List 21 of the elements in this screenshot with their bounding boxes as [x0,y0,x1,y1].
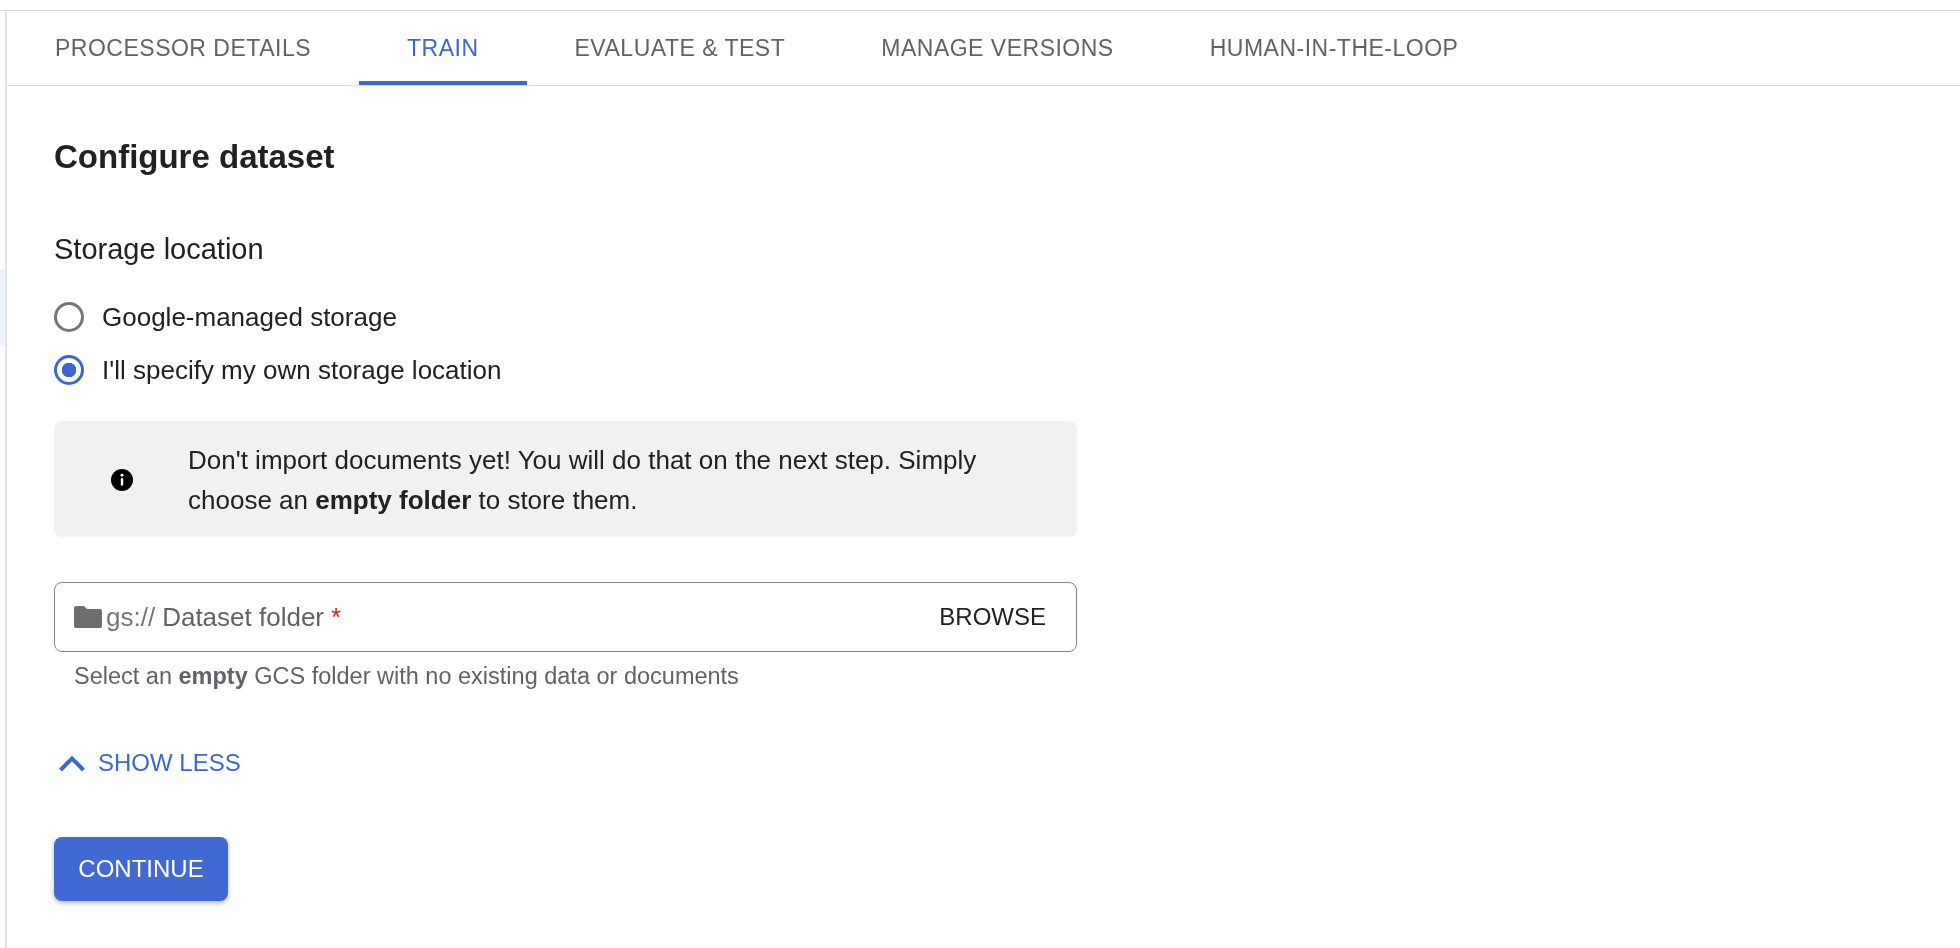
radio-button[interactable] [54,355,84,385]
tab[interactable]: PROCESSOR DETAILS [7,11,360,85]
browse-button[interactable]: BROWSE [931,595,1054,639]
folder-field[interactable]: gs:// Dataset folder * BROWSE [54,582,1077,652]
url-prefix: gs:// [106,601,156,633]
radio-label[interactable]: Google-managed storage [102,301,397,333]
notice-text: Don't import documents yet! You will do that on the next step. Simply choose an empty folder to store them. [188,444,978,517]
expand-toggle-button[interactable]: SHOW LESS [54,743,245,783]
folder-icon [74,606,102,628]
radio-label[interactable]: I'll specify my own storage location [102,354,502,386]
continue-button[interactable]: CONTINUE [54,837,228,901]
storage-location-heading: Storage location [54,232,264,267]
info-icon [111,469,133,491]
field-hint: Select an empty GCS folder with no existing data or documents [74,662,739,690]
required-mark: * [331,601,342,633]
tab[interactable]: HUMAN-IN-THE-LOOP [1161,11,1507,85]
tab[interactable]: TRAIN [359,11,527,85]
section-title: Configure dataset [54,137,335,177]
tab[interactable]: MANAGE VERSIONS [833,11,1162,85]
tab[interactable]: EVALUATE & TEST [526,11,834,85]
radio-button[interactable] [54,302,84,332]
